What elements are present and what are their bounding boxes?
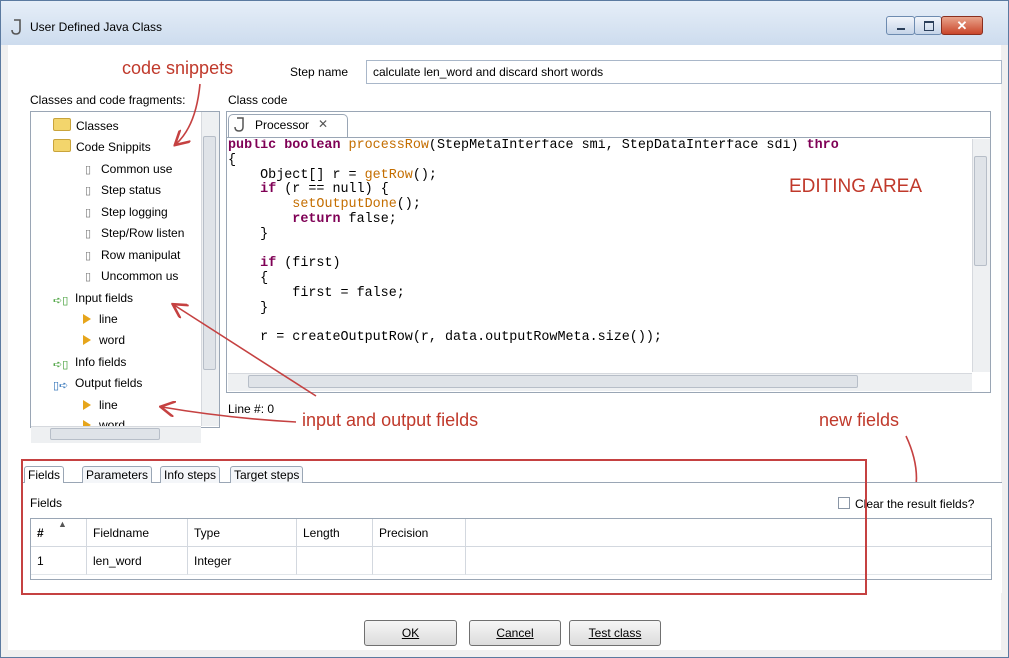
snippet-icon: ▯ [84,271,92,283]
tree-item-label: word [99,333,126,347]
tree-item-word[interactable]: word [83,331,125,349]
annotation-code-snippets: code snippets [122,58,234,78]
tree-item-code-snippits[interactable]: Code Snippits [53,138,151,156]
tree-item-label: Uncommon us [101,269,179,283]
tree-item-row-manipulat[interactable]: ▯ Row manipulat [83,246,180,264]
tree-item-label: Input fields [75,291,134,305]
ok-button[interactable]: OK [364,620,457,646]
annotation-new-fields: new fields [819,410,900,430]
java-class-icon [234,117,246,133]
class-code-label: Class code [228,93,288,107]
tree-item-step-row-listen[interactable]: ▯ Step/Row listen [83,224,184,242]
tree-horizontal-scroll-thumb[interactable] [50,428,160,440]
close-tab-icon[interactable]: ✕ [318,117,328,131]
code-editor[interactable]: public boolean processRow(StepMetaInterf… [228,139,972,372]
tree-item-label: Row manipulat [101,248,181,262]
code-vertical-scroll-thumb[interactable] [974,156,987,266]
snippet-icon: ▯ [84,228,92,240]
tab-processor-label: Processor [255,118,310,132]
tree-item-output-fields[interactable]: ▯➪ Output fields [53,374,142,392]
code-fragments-tree[interactable]: Classes Code Snippits ▯ Common use ▯ Step … [30,111,220,428]
tree-item-uncommon-use[interactable]: ▯ Uncommon us [83,267,178,285]
snippet-icon: ▯ [84,164,92,176]
field-arrow-icon [83,335,91,345]
snippet-icon: ▯ [84,207,92,219]
line-number-status: Line #: 0 [228,402,275,416]
annotation-highlight-box [21,459,867,595]
annotation-editing-area: EDITING AREA [789,176,923,197]
code-horizontal-scroll-thumb[interactable] [248,375,858,388]
close-button[interactable]: ✕ [941,16,983,35]
cancel-button[interactable]: Cancel [469,620,561,646]
tree-item-label: Output fields [75,376,143,390]
output-fields-icon: ▯➪ [53,380,69,392]
step-name-input[interactable] [366,60,1002,84]
tree-item-label: line [99,312,118,326]
maximize-button[interactable] [914,16,942,35]
snippet-icon: ▯ [84,250,92,262]
tree-item-label: Classes [76,119,119,133]
step-name-label: Step name [290,65,349,79]
tree-item-info-fields[interactable]: ➪▯ Info fields [53,353,126,371]
tree-item-label: Info fields [75,355,127,369]
tree-item-classes[interactable]: Classes [53,117,119,135]
tree-item-line[interactable]: line [83,310,118,328]
tree-item-line[interactable]: line [83,396,118,414]
tree-item-common-use[interactable]: ▯ Common use [83,160,172,178]
tree-item-label: Common use [101,162,173,176]
folder-icon [53,118,71,131]
classes-fragments-label: Classes and code fragments: [30,93,186,107]
clear-result-fields-label[interactable]: Clear the result fields? [855,497,974,511]
tree-item-label: Step logging [101,205,168,219]
tree-vertical-scroll-thumb[interactable] [203,136,216,370]
tree-item-label: Step/Row listen [101,226,185,240]
annotation-input-output-fields: input and output fields [302,410,479,430]
tree-item-step-status[interactable]: ▯ Step status [83,181,161,199]
tree-item-label: Code Snippits [76,140,151,154]
input-fields-icon: ➪▯ [53,295,69,307]
field-arrow-icon [83,400,91,410]
tree-item-label: Step status [101,183,162,197]
info-fields-icon: ➪▯ [53,359,69,371]
folder-icon [53,139,71,152]
tree-item-label: line [99,398,118,412]
field-arrow-icon [83,314,91,324]
snippet-icon: ▯ [84,185,92,197]
tab-divider [227,137,990,138]
test-class-button[interactable]: Test class [569,620,661,646]
cancel-button-label: Cancel [496,626,534,640]
minimize-button[interactable] [886,16,915,35]
close-icon: ✕ [956,18,968,33]
ok-button-label: OK [401,626,420,640]
tree-item-input-fields[interactable]: ➪▯ Input fields [53,289,133,307]
java-class-icon [10,18,24,36]
window-title: User Defined Java Class [30,20,163,34]
test-class-button-label: Test class [588,626,642,640]
tree-item-step-logging[interactable]: ▯ Step logging [83,203,168,221]
